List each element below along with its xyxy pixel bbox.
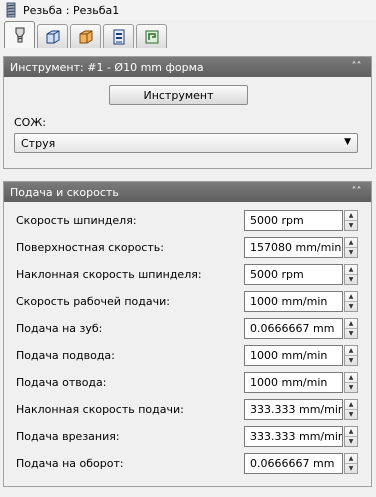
feed-row-label: Наклонная скорость шпинделя:	[16, 268, 202, 281]
feed-row: Подача подвода: 1000 mm/min ▲ ▼	[14, 345, 358, 367]
feed-row-label: Подача врезания:	[16, 430, 120, 443]
spin-down-icon[interactable]: ▼	[345, 248, 357, 257]
collapse-icon[interactable]: ˄˄	[350, 60, 363, 73]
spin-down-icon[interactable]: ▼	[345, 221, 357, 230]
feed-value-input[interactable]: 1000 mm/min	[244, 345, 343, 366]
coolant-label: СОЖ:	[14, 116, 46, 129]
thread-icon	[6, 2, 16, 18]
coolant-select[interactable]: Струя ▼	[14, 133, 358, 153]
cube-icon	[46, 30, 59, 43]
feed-value-input[interactable]: 1000 mm/min	[244, 372, 343, 393]
tab-geometry[interactable]	[37, 24, 68, 48]
spin-up-icon[interactable]: ▲	[345, 238, 357, 248]
spinner[interactable]: ▲ ▼	[344, 345, 358, 366]
feed-row: Наклонная скорость шпинделя: 5000 rpm ▲ ▼	[14, 264, 358, 286]
spin-up-icon[interactable]: ▲	[345, 400, 357, 410]
feed-value-input[interactable]: 5000 rpm	[244, 264, 343, 285]
spin-up-icon[interactable]: ▲	[345, 292, 357, 302]
tab-bar	[0, 20, 376, 48]
feed-value-input[interactable]: 157080 mm/min	[244, 237, 343, 258]
spin-down-icon[interactable]: ▼	[345, 302, 357, 311]
feed-panel-header[interactable]: Подача и скорость ˄˄	[4, 182, 371, 202]
spin-up-icon[interactable]: ▲	[345, 319, 357, 329]
feed-row-label: Скорость шпинделя:	[16, 214, 137, 227]
spinner[interactable]: ▲ ▼	[344, 318, 358, 339]
tab-passes[interactable]	[103, 24, 134, 48]
orange-cube-icon	[79, 30, 92, 43]
feed-value-input[interactable]: 333.333 mm/min	[244, 399, 343, 420]
spin-up-icon[interactable]: ▲	[345, 373, 357, 383]
feed-row: Подача отвода: 1000 mm/min ▲ ▼	[14, 372, 358, 394]
spin-down-icon[interactable]: ▼	[345, 356, 357, 365]
spinner[interactable]: ▲ ▼	[344, 453, 358, 474]
spin-up-icon[interactable]: ▲	[345, 265, 357, 275]
feed-row-label: Поверхностная скорость:	[16, 241, 164, 254]
spin-up-icon[interactable]: ▲	[345, 346, 357, 356]
spinner[interactable]: ▲ ▼	[344, 372, 358, 393]
spinner[interactable]: ▲ ▼	[344, 291, 358, 312]
feed-panel: Подача и скорость ˄˄ Скорость шпинделя: 5…	[3, 181, 372, 487]
spinner[interactable]: ▲ ▼	[344, 399, 358, 420]
collapse-icon[interactable]: ˄˄	[350, 185, 363, 198]
feed-row-label: Подача на зуб:	[16, 322, 103, 335]
spin-up-icon[interactable]: ▲	[345, 454, 357, 464]
spin-down-icon[interactable]: ▼	[345, 437, 357, 446]
feed-row-label: Наклонная скорость подачи:	[16, 403, 184, 416]
feed-row: Подача на оборот: 0.0666667 mm ▲ ▼	[14, 453, 358, 475]
feed-row-label: Скорость рабочей подачи:	[16, 295, 170, 308]
feed-panel-title: Подача и скорость	[10, 185, 119, 199]
title-bar: Резьба : Резьба1	[0, 0, 376, 20]
tab-tool[interactable]	[4, 21, 35, 48]
spin-down-icon[interactable]: ▼	[345, 464, 357, 473]
feed-row: Подача на зуб: 0.0666667 mm ▲ ▼	[14, 318, 358, 340]
spin-down-icon[interactable]: ▼	[345, 275, 357, 284]
window-title: Резьба : Резьба1	[23, 3, 120, 17]
feed-value-input[interactable]: 0.0666667 mm	[244, 318, 343, 339]
spin-up-icon[interactable]: ▲	[345, 427, 357, 437]
tool-panel-header[interactable]: Инструмент: #1 - Ø10 mm форма ˄˄	[4, 57, 371, 77]
feed-row-label: Подача на оборот:	[16, 457, 124, 470]
spin-down-icon[interactable]: ▼	[345, 410, 357, 419]
feed-row-label: Подача подвода:	[16, 349, 115, 362]
feed-value-input[interactable]: 0.0666667 mm	[244, 453, 343, 474]
feed-row: Скорость рабочей подачи: 1000 mm/min ▲ ▼	[14, 291, 358, 313]
tool-panel: Инструмент: #1 - Ø10 mm форма ˄˄ Инструм…	[3, 56, 372, 169]
tool-button[interactable]: Инструмент	[109, 85, 248, 105]
spinner[interactable]: ▲ ▼	[344, 237, 358, 258]
spin-up-icon[interactable]: ▲	[345, 211, 357, 221]
feed-row: Скорость шпинделя: 5000 rpm ▲ ▼	[14, 210, 358, 232]
feed-row: Поверхностная скорость: 157080 mm/min ▲ ▼	[14, 237, 358, 259]
spin-down-icon[interactable]: ▼	[345, 383, 357, 392]
feed-value-input[interactable]: 1000 mm/min	[244, 291, 343, 312]
feed-row-label: Подача отвода:	[16, 376, 107, 389]
spinner[interactable]: ▲ ▼	[344, 210, 358, 231]
layers-icon	[113, 29, 124, 44]
spin-down-icon[interactable]: ▼	[345, 329, 357, 338]
chevron-down-icon: ▼	[344, 137, 351, 147]
spinner[interactable]: ▲ ▼	[344, 264, 358, 285]
tab-heights[interactable]	[70, 24, 101, 48]
linking-icon	[145, 30, 158, 43]
feed-row: Наклонная скорость подачи: 333.333 mm/min…	[14, 399, 358, 421]
tab-linking[interactable]	[136, 24, 167, 48]
tool-icon	[15, 27, 24, 43]
spinner[interactable]: ▲ ▼	[344, 426, 358, 447]
tool-panel-title: Инструмент: #1 - Ø10 mm форма	[10, 60, 204, 74]
coolant-value: Струя	[21, 136, 56, 150]
feed-value-input[interactable]: 5000 rpm	[244, 210, 343, 231]
feed-value-input[interactable]: 333.333 mm/min	[244, 426, 343, 447]
feed-row: Подача врезания: 333.333 mm/min ▲ ▼	[14, 426, 358, 448]
